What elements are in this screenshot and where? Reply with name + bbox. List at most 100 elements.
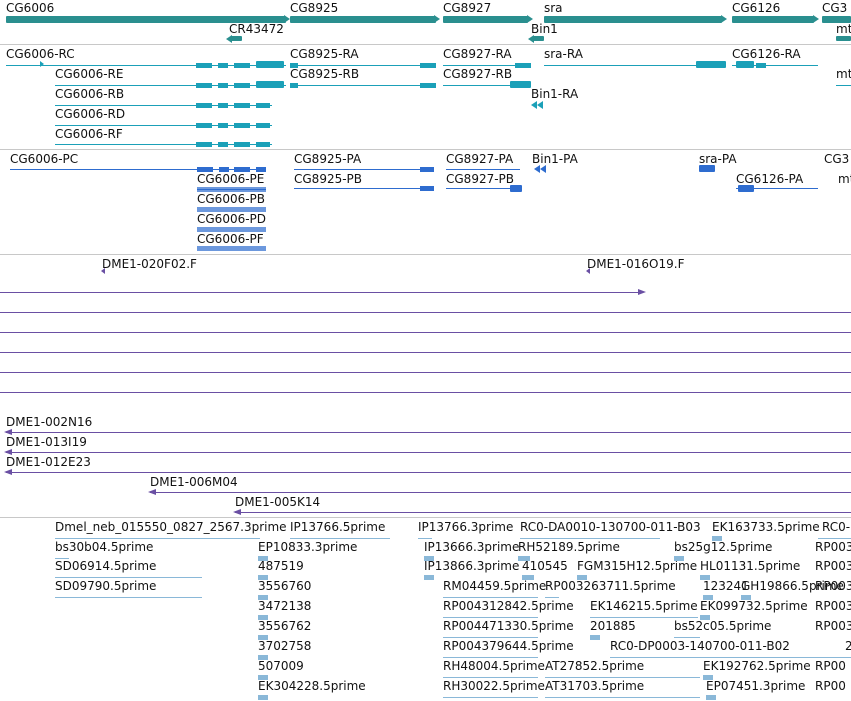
transcript-label[interactable]: CG8927-PB	[446, 172, 514, 186]
est-label[interactable]: 487519	[258, 559, 304, 573]
clone-line[interactable]	[150, 492, 851, 493]
gene-bar[interactable]	[533, 36, 544, 41]
est-label[interactable]: RP003	[815, 540, 851, 554]
est-label[interactable]: EK146215.5prime	[590, 599, 698, 613]
transcript-label[interactable]: CG6126-PA	[736, 172, 803, 186]
est-label[interactable]: HL01131.5prime	[700, 559, 800, 573]
est-line[interactable]	[545, 677, 700, 678]
gene-bar[interactable]	[732, 16, 814, 23]
transcript-label[interactable]: CG8925-PB	[294, 172, 362, 186]
est-label[interactable]: AT31703.5prime	[545, 679, 644, 693]
clone-line[interactable]	[235, 512, 851, 513]
est-label[interactable]: RP003	[815, 559, 851, 573]
est-label[interactable]: 201885	[590, 619, 636, 633]
transcript-label[interactable]: sra-RA	[544, 47, 583, 61]
clone-line[interactable]	[0, 372, 851, 373]
transcript-label[interactable]: CG8925-RA	[290, 47, 359, 61]
est-line[interactable]	[590, 617, 698, 618]
est-label[interactable]: RP003	[815, 599, 851, 613]
est-line[interactable]	[674, 637, 700, 638]
clone-label[interactable]: DME1-012E23	[6, 455, 91, 469]
est-line[interactable]	[590, 635, 600, 640]
est-line[interactable]	[706, 695, 716, 700]
est-label[interactable]: AT27852.5prime	[545, 659, 644, 673]
est-label[interactable]: RH52189.5prime	[518, 540, 620, 554]
gene-label[interactable]: CG6126	[732, 1, 780, 15]
transcript-label[interactable]: CG3	[824, 152, 849, 166]
clone-label[interactable]: DME1-006M04	[150, 475, 238, 489]
est-label[interactable]: RP00	[815, 679, 846, 693]
gene-label[interactable]: CR43472	[229, 22, 284, 36]
est-line[interactable]	[818, 538, 851, 539]
transcript-line[interactable]	[294, 188, 434, 189]
transcript-label[interactable]: CG8927-RA	[443, 47, 512, 61]
est-label[interactable]: IP13766.5prime	[290, 520, 385, 534]
est-line[interactable]	[418, 538, 432, 539]
gene-label[interactable]: CG6006	[6, 1, 54, 15]
est-line[interactable]	[258, 695, 268, 700]
est-label[interactable]: RM04459.5prime	[443, 579, 546, 593]
est-line[interactable]	[55, 597, 202, 598]
est-label[interactable]: EK163733.5prime	[712, 520, 820, 534]
transcript-label[interactable]: sra-PA	[699, 152, 737, 166]
gene-label[interactable]: mt	[836, 22, 851, 36]
est-label[interactable]: EK192762.5prime	[703, 659, 811, 673]
transcript-label[interactable]: CG6006-PB	[197, 192, 265, 206]
clone-line[interactable]	[0, 392, 851, 393]
est-label[interactable]: EK304228.5prime	[258, 679, 366, 693]
est-label[interactable]: FGM315H12.5prime	[577, 559, 697, 573]
transcript-label[interactable]: CG8927-RB	[443, 67, 512, 81]
est-label[interactable]: 3556760	[258, 579, 311, 593]
est-label[interactable]: EP10833.3prime	[258, 540, 357, 554]
clone-line[interactable]	[6, 452, 851, 453]
clone-label[interactable]: DME1-002N16	[6, 415, 92, 429]
est-label[interactable]: 507009	[258, 659, 304, 673]
est-label[interactable]: IP13766.3prime	[418, 520, 513, 534]
est-line[interactable]	[424, 575, 434, 580]
est-label[interactable]: 2	[845, 639, 851, 653]
est-line[interactable]	[443, 677, 538, 678]
clone-line[interactable]	[0, 332, 851, 333]
est-label[interactable]: SD09790.5prime	[55, 579, 156, 593]
gene-bar[interactable]	[836, 36, 851, 41]
transcript-line[interactable]	[290, 65, 436, 66]
clone-line[interactable]	[0, 292, 640, 293]
clone-label[interactable]: DME1-020F02.F	[102, 257, 197, 271]
est-label[interactable]: RC0-	[822, 520, 850, 534]
transcript-label[interactable]: CG6126-RA	[732, 47, 801, 61]
clone-line[interactable]	[6, 472, 851, 473]
transcript-label[interactable]: CG8927-PA	[446, 152, 513, 166]
est-line[interactable]	[577, 575, 587, 580]
est-label[interactable]: RP003	[815, 579, 851, 593]
gene-bar[interactable]	[231, 36, 242, 41]
est-label[interactable]: RP003263711.5prime	[545, 579, 676, 593]
est-label[interactable]: bs30b04.5prime	[55, 540, 153, 554]
gene-bar[interactable]	[544, 16, 722, 23]
est-line[interactable]	[712, 536, 722, 541]
est-label[interactable]: Dmel_neb_015550_0827_2567.3prime	[55, 520, 287, 534]
est-label[interactable]: IP13666.3prime	[424, 540, 519, 554]
est-label[interactable]: 3702758	[258, 639, 311, 653]
est-label[interactable]: RP003	[815, 619, 851, 633]
est-label[interactable]: EP07451.3prime	[706, 679, 805, 693]
est-label[interactable]: bs25g12.5prime	[674, 540, 772, 554]
est-label[interactable]: SD06914.5prime	[55, 559, 156, 573]
gene-label[interactable]: sra	[544, 1, 563, 15]
clone-label[interactable]: DME1-013I19	[6, 435, 87, 449]
est-line[interactable]	[674, 556, 684, 561]
est-label[interactable]: RH48004.5prime	[443, 659, 545, 673]
transcript-line[interactable]	[55, 85, 286, 86]
transcript-label[interactable]: CG6006-RD	[55, 107, 125, 121]
est-label[interactable]: IP13866.3prime	[424, 559, 519, 573]
est-line[interactable]	[55, 538, 260, 539]
est-line[interactable]	[610, 657, 851, 658]
est-line[interactable]	[545, 697, 700, 698]
transcript-label[interactable]: CG6006-RB	[55, 87, 124, 101]
est-label[interactable]: RH30022.5prime	[443, 679, 545, 693]
transcript-label[interactable]: CG6006-RF	[55, 127, 123, 141]
transcript-label[interactable]: CG8925-RB	[290, 67, 359, 81]
transcript-label[interactable]: CG6006-PC	[10, 152, 78, 166]
est-line[interactable]	[545, 597, 559, 598]
transcript-label[interactable]: CG8925-PA	[294, 152, 361, 166]
transcript-line[interactable]	[290, 85, 436, 86]
